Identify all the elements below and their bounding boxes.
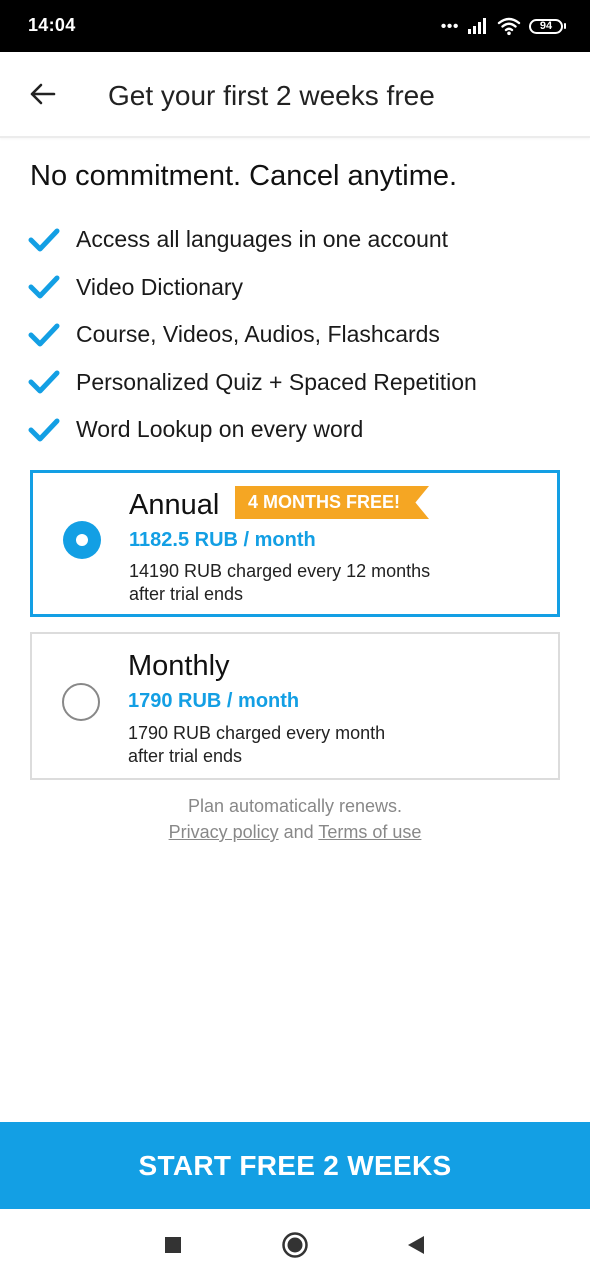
status-icons: ••• 94 [441,14,566,38]
recents-square-icon[interactable] [159,1231,187,1259]
headline: No commitment. Cancel anytime. [30,160,458,192]
status-time: 14:04 [28,15,76,35]
check-icon [28,415,62,445]
more-dots-icon: ••• [440,18,459,35]
back-triangle-icon[interactable] [402,1231,430,1259]
renew-text: Plan automatically renews. [187,796,403,816]
plan-price: 1790 RUB / month [128,690,300,712]
plan-name: Monthly [128,650,230,682]
check-icon [28,225,62,255]
feature-text: Video Dictionary [76,273,244,300]
plan-note-line: 14190 RUB charged every 12 months [129,561,431,581]
plan-note-line: 1790 RUB charged every month [128,723,386,743]
arrow-left-icon [30,83,56,105]
battery-level: 94 [529,18,563,34]
feature-list: Access all languages in one account Vide… [28,216,477,454]
privacy-policy-link[interactable]: Privacy policy [169,822,279,842]
plan-note: 14190 RUB charged every 12 months after … [129,560,489,606]
plan-note: 1790 RUB charged every month after trial… [128,722,488,768]
app-bar: Get your first 2 weeks free [0,52,590,138]
radio-selected-icon[interactable] [63,521,101,559]
feature-text: Word Lookup on every word [76,416,364,443]
feature-item: Word Lookup on every word [28,406,477,454]
signal-icon [468,18,486,34]
start-trial-button[interactable]: START FREE 2 WEEKS [0,1122,590,1209]
and-text: and [283,822,314,842]
status-bar: 14:04 ••• 94 [0,0,590,52]
check-icon [28,272,62,302]
check-icon [28,320,62,350]
plan-card-annual[interactable]: Annual 4 MONTHS FREE! 1182.5 RUB / month… [30,470,560,617]
feature-item: Personalized Quiz + Spaced Repetition [28,359,477,407]
feature-text: Course, Videos, Audios, Flashcards [76,321,440,348]
plan-note-line: after trial ends [129,584,244,604]
battery-icon: 94 [529,18,566,34]
feature-item: Course, Videos, Audios, Flashcards [28,311,477,359]
promo-badge: 4 MONTHS FREE! [235,486,429,519]
feature-text: Access all languages in one account [76,226,449,253]
feature-text: Personalized Quiz + Spaced Repetition [76,368,477,395]
check-icon [28,367,62,397]
plan-card-monthly[interactable]: Monthly 1790 RUB / month 1790 RUB charge… [30,632,560,780]
feature-item: Video Dictionary [28,264,477,312]
system-nav-bar [0,1209,590,1280]
home-circle-icon[interactable] [281,1231,309,1259]
back-button[interactable] [24,76,60,112]
wifi-icon [497,17,521,36]
plan-note-line: after trial ends [128,746,243,766]
plan-price: 1182.5 RUB / month [129,529,316,551]
page-title: Get your first 2 weeks free [108,80,435,111]
plan-name: Annual [129,489,220,521]
radio-unselected-icon[interactable] [62,683,100,721]
terms-of-use-link[interactable]: Terms of use [318,822,421,842]
legal-links: Privacy policy and Terms of use [0,822,590,843]
feature-item: Access all languages in one account [28,216,477,264]
